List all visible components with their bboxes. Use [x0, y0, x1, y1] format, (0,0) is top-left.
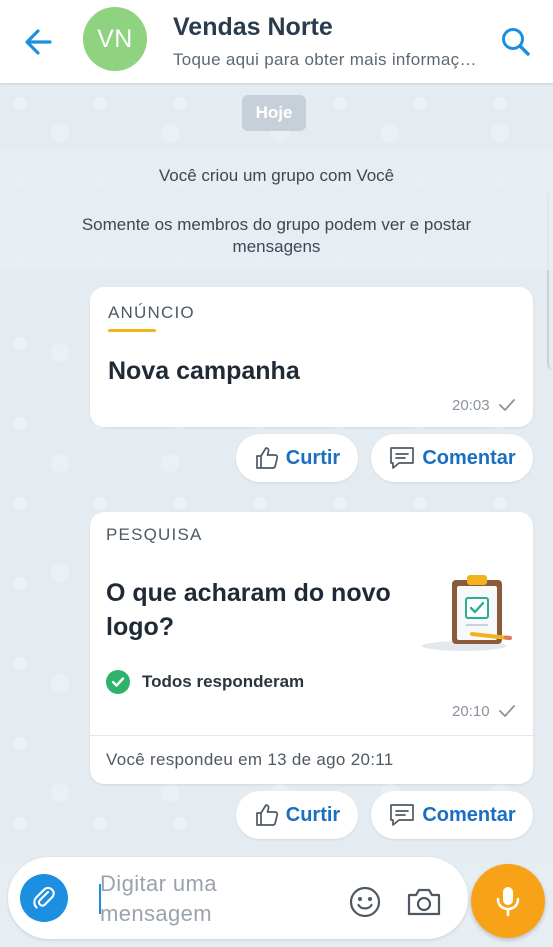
survey-label: PESQUISA [106, 525, 203, 544]
check-icon [499, 399, 515, 411]
camera-button[interactable] [406, 886, 442, 918]
arrow-left-icon [25, 29, 52, 55]
attach-button[interactable] [20, 874, 68, 922]
comment-label: Comentar [422, 446, 516, 469]
like-label: Curtir [285, 446, 341, 469]
label-underline [108, 329, 156, 332]
group-subtitle[interactable]: Toque aqui para obter mais informações [173, 50, 478, 70]
camera-icon [407, 888, 441, 916]
announcement-label: ANÚNCIO [108, 303, 195, 322]
paperclip-icon [33, 886, 55, 909]
search-button[interactable] [496, 22, 536, 62]
comment-label: Comentar [422, 803, 516, 826]
microphone-icon [496, 887, 520, 917]
survey-card[interactable]: PESQUISA O que acharam do novo logo? [90, 512, 533, 784]
like-label: Curtir [285, 803, 341, 826]
check-icon [499, 705, 515, 717]
back-button[interactable] [18, 22, 58, 62]
survey-divider [90, 735, 533, 736]
announcement-time: 20:03 [452, 397, 490, 414]
like-button[interactable]: Curtir [236, 434, 358, 482]
comment-button[interactable]: Comentar [371, 791, 533, 839]
comment-button[interactable]: Comentar [371, 434, 533, 482]
clipboard-check-icon [422, 575, 512, 651]
emoji-button[interactable] [348, 885, 382, 919]
thumbs-up-icon [255, 447, 278, 469]
announcement-card[interactable]: ANÚNCIO Nova campanha 20:03 [90, 287, 533, 427]
survey-time: 20:10 [452, 703, 490, 720]
group-title[interactable]: Vendas Norte [173, 13, 333, 42]
survey-question: O que acharam do novo logo? [106, 579, 391, 641]
comment-icon [390, 804, 415, 826]
smiley-icon [349, 886, 381, 918]
chat-header[interactable]: VN Vendas Norte Toque aqui para obter ma… [0, 0, 553, 83]
system-message-permissions: Somente os membros do grupo podem ver e … [81, 215, 472, 256]
survey-status: Todos responderam [106, 670, 304, 694]
message-input[interactable]: Digitar uma mensagem [100, 869, 330, 929]
thumbs-up-icon [255, 804, 278, 826]
group-avatar[interactable]: VN [83, 7, 147, 71]
message-composer: Digitar uma mensagem [8, 857, 468, 939]
survey-response-note: Você respondeu em 13 de ago 20:11 [106, 750, 394, 769]
system-message-created: Você criou um grupo com Você [158, 166, 395, 185]
search-icon [502, 28, 530, 56]
like-button[interactable]: Curtir [236, 791, 358, 839]
mic-button[interactable] [471, 864, 545, 938]
survey-status-text: Todos responderam [142, 672, 305, 691]
comment-icon [390, 447, 415, 469]
check-circle-icon [106, 670, 130, 694]
date-chip: Hoje [242, 95, 306, 131]
announcement-heading: Nova campanha [108, 357, 300, 385]
